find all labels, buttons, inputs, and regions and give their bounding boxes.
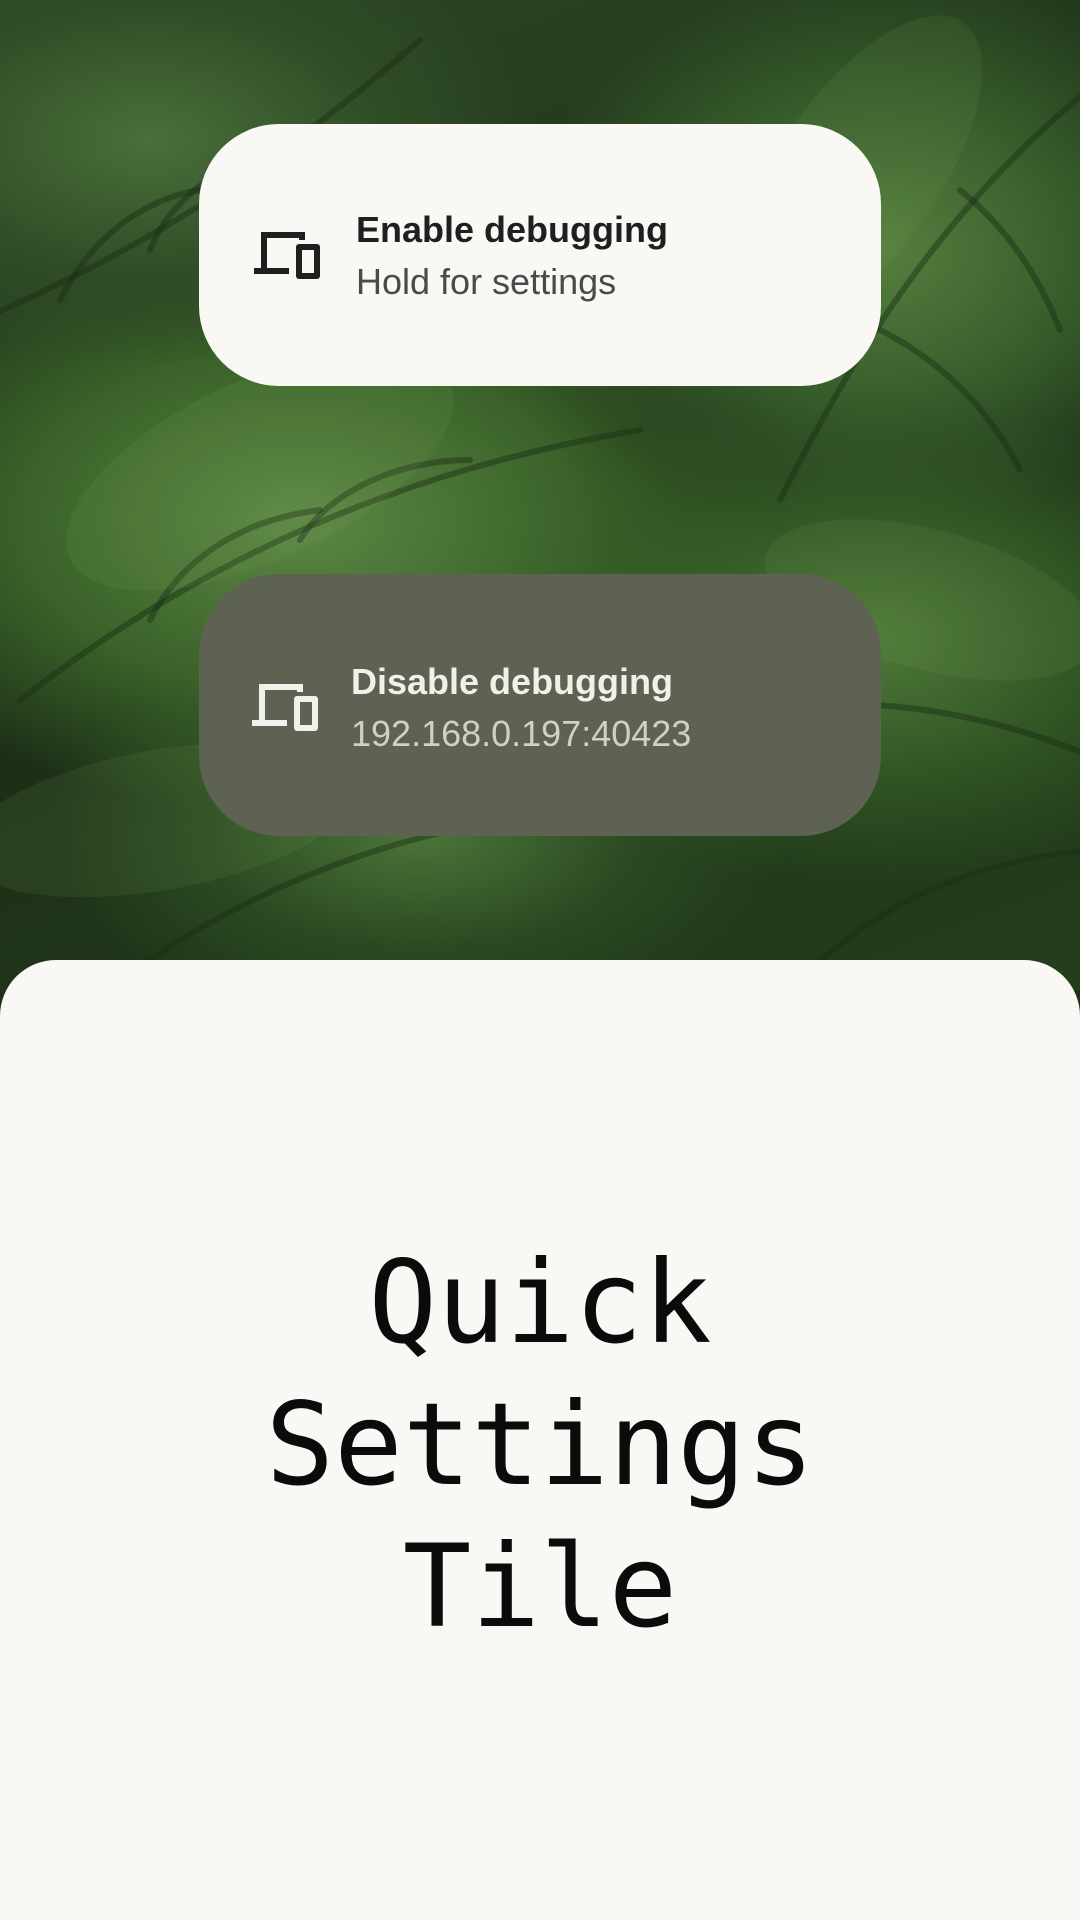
app-title-line: Quick (368, 1236, 712, 1369)
app-title: Quick Settings Tile (0, 1232, 1080, 1658)
tile-subtitle: Hold for settings (356, 261, 617, 302)
app-title-line: Tile (402, 1520, 678, 1653)
tile-title: Enable debugging (356, 209, 668, 250)
bottom-sheet: Quick Settings Tile (0, 960, 1080, 1920)
tile-text: Enable debugging Hold for settings (356, 206, 668, 310)
tile-title: Disable debugging (351, 661, 674, 702)
tile-text: Disable debugging 192.168.0.197:40423 (351, 658, 691, 762)
enable-debugging-tile[interactable]: Enable debugging Hold for settings (199, 124, 881, 386)
devices-icon (254, 232, 320, 279)
devices-icon (252, 684, 318, 731)
app-title-line: Settings (265, 1378, 815, 1511)
tile-subtitle: 192.168.0.197:40423 (351, 713, 692, 754)
disable-debugging-tile[interactable]: Disable debugging 192.168.0.197:40423 (199, 574, 881, 836)
